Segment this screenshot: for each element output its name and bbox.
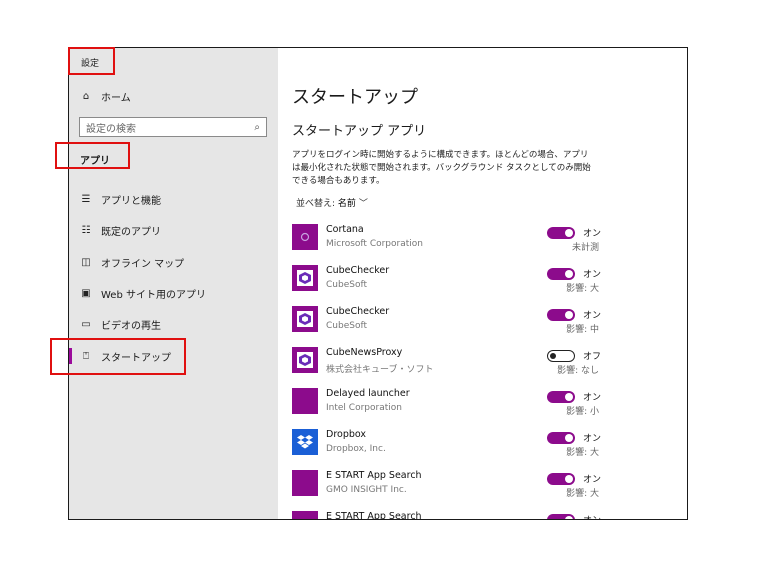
page-title: スタートアップ <box>292 87 418 108</box>
list-item: Delayed launcher Intel Corporation オン 影響… <box>292 388 612 424</box>
startup-impact: 影響: 大 <box>566 284 599 294</box>
sidebar-item-offline-maps[interactable]: ◫ オフライン マップ <box>79 254 184 270</box>
startup-toggle[interactable] <box>547 350 575 362</box>
sidebar-item-home[interactable]: ⌂ ホーム <box>79 88 131 104</box>
startup-impact: 影響: 大 <box>566 489 599 499</box>
section-subtitle: スタートアップ アプリ <box>292 124 427 139</box>
toggle-state: オン <box>583 270 602 280</box>
app-publisher: 株式会社キューブ・ソフト <box>326 365 434 375</box>
cortana-icon <box>292 224 318 250</box>
map-icon: ◫ <box>81 256 91 268</box>
toggle-state: オン <box>583 311 602 321</box>
website-apps-icon: ▣ <box>81 287 91 299</box>
toggle-state: オン <box>583 434 602 444</box>
estart-icon <box>292 470 318 496</box>
app-publisher: CubeSoft <box>326 280 367 290</box>
app-name: CubeChecker <box>326 265 390 276</box>
list-item: CubeChecker CubeSoft オン 影響: 中 <box>292 306 612 342</box>
sidebar-item-label: Web サイト用のアプリ <box>101 289 206 301</box>
toggle-state: オン <box>583 393 602 403</box>
startup-impact: 影響: 小 <box>566 407 599 417</box>
sidebar: 設定 ⌂ ホーム 設定の検索 ⌕ アプリ ☰ アプリと機能 ☷ 既定のアプリ ◫… <box>69 48 278 519</box>
cubesoft-icon <box>292 306 318 332</box>
startup-impact: 影響: 中 <box>566 325 599 335</box>
annotation-box-apps <box>55 142 130 169</box>
list-item: CubeChecker CubeSoft オン 影響: 大 <box>292 265 612 301</box>
startup-toggle[interactable] <box>547 309 575 321</box>
sidebar-item-label: アプリと機能 <box>101 195 161 207</box>
intel-icon <box>292 388 318 414</box>
search-input[interactable]: 設定の検索 ⌕ <box>79 117 267 137</box>
sidebar-item-label: ホーム <box>101 92 131 104</box>
app-name: E START App Search <box>326 511 422 520</box>
app-publisher: Dropbox, Inc. <box>326 444 386 454</box>
sidebar-item-label: オフライン マップ <box>101 258 185 270</box>
app-name: Delayed launcher <box>326 388 410 399</box>
description-text: アプリをログイン時に開始するように構成できます。ほとんどの場合、アプリは最小化さ… <box>292 150 591 186</box>
app-name: CubeNewsProxy <box>326 347 403 358</box>
toggle-state: オン <box>583 513 601 519</box>
cubesoft-icon <box>292 347 318 373</box>
list-item: E START App Search オン <box>292 511 612 520</box>
list-item: E START App Search GMO INSIGHT Inc. オン 影… <box>292 470 612 506</box>
default-apps-icon: ☷ <box>81 224 91 236</box>
startup-toggle[interactable] <box>547 473 575 485</box>
startup-toggle[interactable] <box>547 227 575 239</box>
sidebar-item-website-apps[interactable]: ▣ Web サイト用のアプリ <box>79 285 206 301</box>
app-publisher: Intel Corporation <box>326 403 402 413</box>
annotation-box-settings <box>68 47 115 75</box>
search-icon[interactable]: ⌕ <box>254 122 260 133</box>
startup-toggle[interactable] <box>547 268 575 280</box>
video-icon: ▭ <box>81 318 91 330</box>
sidebar-item-video-playback[interactable]: ▭ ビデオの再生 <box>79 316 161 332</box>
annotation-box-startup <box>50 338 186 375</box>
app-publisher: CubeSoft <box>326 321 367 331</box>
app-name: E START App Search <box>326 470 422 481</box>
app-name: CubeChecker <box>326 306 390 317</box>
cubesoft-icon <box>292 265 318 291</box>
dropbox-icon <box>292 429 318 455</box>
app-name: Cortana <box>326 224 364 235</box>
sort-value: 名前 <box>337 199 356 209</box>
sidebar-item-apps-features[interactable]: ☰ アプリと機能 <box>79 191 161 207</box>
app-name: Dropbox <box>326 429 367 440</box>
chevron-down-icon: ﹀ <box>358 199 368 209</box>
app-publisher: GMO INSIGHT Inc. <box>326 485 407 495</box>
startup-impact: 未計測 <box>571 243 599 253</box>
list-item: Dropbox Dropbox, Inc. オン 影響: 大 <box>292 429 612 465</box>
settings-window: 設定 ⌂ ホーム 設定の検索 ⌕ アプリ ☰ アプリと機能 ☷ 既定のアプリ ◫… <box>68 47 688 520</box>
estart-icon <box>292 511 318 519</box>
sort-label: 並べ替え: <box>296 199 336 209</box>
startup-toggle[interactable] <box>547 432 575 444</box>
sort-dropdown[interactable]: 並べ替え: 名前 ﹀ <box>296 196 368 209</box>
startup-toggle[interactable] <box>547 514 575 519</box>
startup-impact: 影響: なし <box>557 366 599 376</box>
list-item: Cortana Microsoft Corporation オン 未計測 <box>292 224 612 260</box>
list-icon: ☰ <box>81 193 91 205</box>
sidebar-item-default-apps[interactable]: ☷ 既定のアプリ <box>79 222 161 238</box>
home-icon: ⌂ <box>82 90 90 102</box>
search-placeholder: 設定の検索 <box>86 123 136 135</box>
list-item: CubeNewsProxy 株式会社キューブ・ソフト オフ 影響: なし <box>292 347 612 383</box>
toggle-state: オン <box>583 475 602 485</box>
toggle-state: オフ <box>583 352 602 362</box>
sidebar-item-label: 既定のアプリ <box>101 226 161 238</box>
app-publisher: Microsoft Corporation <box>326 239 423 249</box>
main-content: スタートアップ スタートアップ アプリ アプリをログイン時に開始するように構成で… <box>278 48 687 519</box>
sidebar-item-label: ビデオの再生 <box>101 320 161 332</box>
startup-toggle[interactable] <box>547 391 575 403</box>
toggle-state: オン <box>583 229 602 239</box>
startup-impact: 影響: 大 <box>566 448 599 458</box>
